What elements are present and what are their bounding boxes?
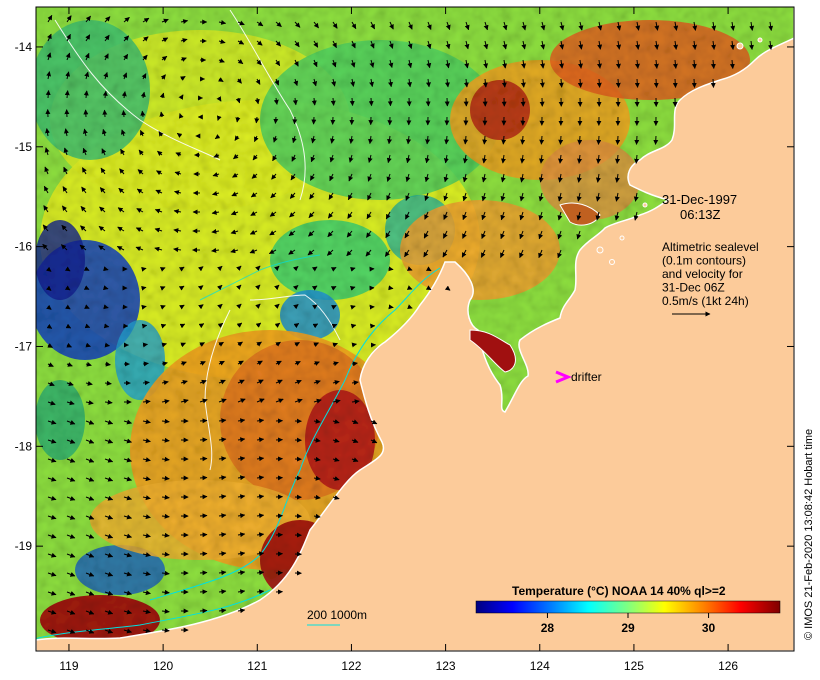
legend-line: (0.1m contours) [662,254,746,268]
island [642,202,648,208]
date-label: 31-Dec-1997 [662,192,737,207]
velocity-arrow [102,109,108,118]
colorbar-tick-label: 30 [702,621,716,635]
lon-tick-label: 120 [153,659,173,673]
velocity-arrow [634,135,640,145]
velocity-arrow [199,418,208,424]
velocity-arrow [596,78,602,88]
velocity-arrow [577,78,583,88]
velocity-arrow [142,342,148,348]
velocity-arrow [368,97,374,107]
velocity-arrow [142,361,149,367]
sst-map: 119 120 121 122 123 124 125 126 -14 -15 -16 -17 -18… [15,6,815,673]
colorbar-tick-label: 28 [541,621,555,635]
island [609,259,615,265]
velocity-arrow [199,570,208,576]
velocity-arrow [142,380,150,386]
velocity-arrow [199,532,208,538]
legend-line: and velocity for [662,267,743,281]
lon-tick-label: 126 [718,659,738,673]
lon-tick-label: 123 [436,659,456,673]
lat-tick-label: -16 [15,240,33,254]
island [736,42,744,50]
velocity-arrow [710,78,716,88]
velocity-arrow [672,78,678,88]
velocity-arrow [615,78,621,88]
colorbar-gradient [475,600,781,614]
lat-tick-label: -14 [15,40,33,54]
velocity-arrow [141,285,147,291]
legend-line: 31-Dec 06Z [662,281,725,295]
lon-tick-label: 121 [247,659,267,673]
velocity-arrow [691,78,697,88]
island [619,235,625,241]
colorbar-title: Temperature (°C) NOAA 14 40% ql>=2 [512,584,726,598]
time-label: 06:13Z [680,207,721,222]
velocity-arrow [199,551,208,557]
velocity-arrow [330,97,336,106]
velocity-arrow [199,437,208,443]
lat-tick-label: -15 [15,140,33,154]
velocity-arrow [45,90,51,99]
velocity-arrow [539,135,545,145]
velocity-arrow [142,399,151,405]
depth-contour-label: 200 1000m [307,608,367,622]
velocity-arrow [199,456,208,462]
velocity-arrow [520,135,526,145]
velocity-arrow [349,97,355,106]
velocity-arrow [199,475,208,481]
velocity-arrow [199,608,208,614]
velocity-arrow [501,135,507,145]
colorbar-tick-label: 29 [621,621,635,635]
lon-tick-label: 122 [341,659,361,673]
map-plot-area [36,7,794,651]
velocity-arrow [141,323,148,329]
island [757,37,763,43]
credit-text: © IMOS 21-Feb-2020 13:08:42 Hobart time [803,429,815,640]
lon-tick-label: 125 [624,659,644,673]
velocity-arrow [64,90,70,99]
velocity-arrow [199,513,208,519]
legend-line: 0.5m/s (1kt 24h) [662,294,749,308]
velocity-arrow [121,110,127,118]
velocity-arrow [615,135,621,145]
island [596,246,604,254]
velocity-arrow [596,135,602,145]
velocity-arrow [141,266,147,272]
velocity-arrow [199,494,208,500]
velocity-arrow [558,135,564,145]
lon-tick-label: 119 [59,659,78,673]
velocity-arrow [199,589,208,595]
lon-tick-label: 124 [530,659,550,673]
velocity-arrow [634,78,640,88]
velocity-arrow [653,78,659,88]
drifter-label: drifter [571,370,602,384]
lat-tick-label: -19 [15,539,33,553]
velocity-arrow [141,304,147,310]
legend-line: Altimetric sealevel [662,240,759,254]
velocity-arrow [273,116,279,124]
velocity-arrow [558,78,564,88]
lat-tick-label: -17 [15,339,33,353]
velocity-arrow [292,116,298,125]
lat-tick-label: -18 [15,439,33,453]
velocity-arrow [577,135,583,145]
